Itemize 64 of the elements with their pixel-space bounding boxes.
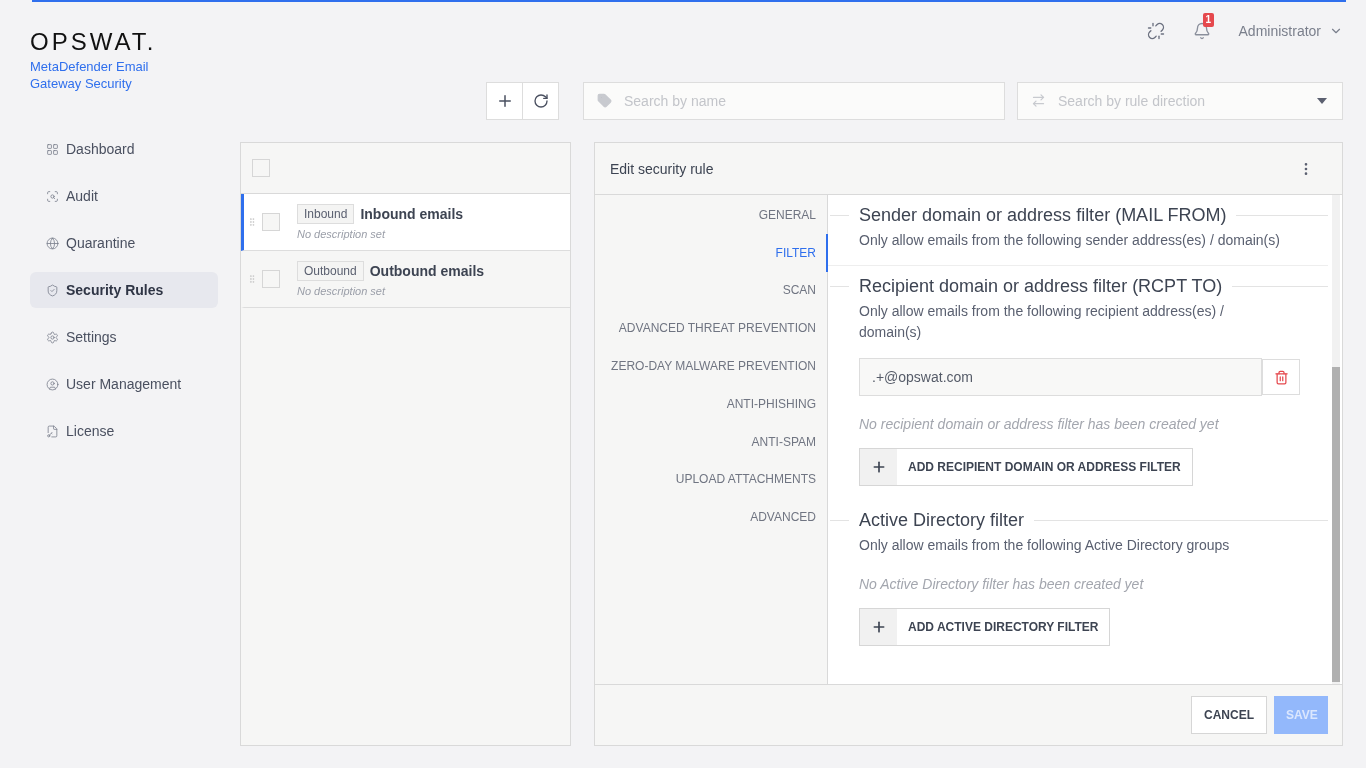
globe-icon [46,236,59,250]
grid-icon [46,142,59,156]
rule-name: Inbound emails [360,206,464,222]
user-icon [46,377,59,391]
shield-icon [46,283,59,297]
sidebar-item[interactable]: Dashboard [30,131,218,167]
empty-message: No Active Directory filter has been created yet [859,576,1145,592]
bell-icon[interactable] [1192,22,1211,40]
section-tab[interactable]: ZERO-DAY MALWARE PREVENTION [595,347,828,385]
search-field[interactable]: Search by name [583,82,1005,120]
empty-message: No recipient domain or address filter has been created yet [859,416,1220,432]
section-title: Sender domain or address filter (MAIL FROM) [859,205,1227,226]
rule-description: No description set [297,228,387,240]
section-tab[interactable]: GENERAL [595,196,828,234]
drag-handle-icon[interactable] [247,217,257,227]
rule-name: Outbound emails [369,263,485,279]
file-icon [46,424,59,438]
direction-tag: Outbound [297,261,364,281]
section-description: Only allow emails from the following recipient address(es) / domain(s) [859,302,1225,342]
section-description: Only allow emails from the following Active Directory groups [859,536,1231,555]
cancel-button[interactable]: CANCEL [1191,696,1267,734]
section-tab[interactable]: ADVANCED [595,498,828,537]
section-description: Only allow emails from the following sender address(es) / domain(s) [859,231,1281,250]
product-name: MetaDefender Email Gateway Security [30,58,150,92]
row-checkbox[interactable] [262,270,280,288]
rule-row[interactable]: Inbound Inbound emails No description set [241,194,570,251]
logo: OPSWAT. [30,30,158,54]
unlink-icon[interactable] [1146,22,1165,40]
section-tab[interactable]: ADVANCED THREAT PREVENTION [595,309,828,348]
row-checkbox[interactable] [262,213,280,231]
sidebar-item[interactable]: Settings [30,319,218,355]
drag-handle-icon[interactable] [247,274,257,284]
direction-dropdown[interactable]: Search by rule direction [1017,82,1343,120]
user-menu[interactable]: Administrator [1238,23,1343,39]
section-tab[interactable]: UPLOAD ATTACHMENTS [595,460,828,499]
direction-tag: Inbound [297,204,355,224]
select-all-checkbox[interactable] [252,159,270,177]
tag-icon [597,93,612,108]
scan-icon [46,189,59,203]
section-tab[interactable]: SCAN [595,271,828,310]
section-tab[interactable]: ANTI-PHISHING [595,385,828,423]
refresh-icon [532,93,549,109]
sidebar-item[interactable]: Audit [30,178,218,214]
notification-count: 1 [1202,13,1215,27]
filter-field[interactable]: .+@opswat.com [859,358,1262,396]
sidebar-item[interactable]: License [30,413,218,449]
add-button[interactable] [486,82,523,120]
rule-description: No description set [297,285,387,297]
sidebar-item[interactable]: Security Rules [30,272,218,308]
refresh-button[interactable] [522,82,559,120]
scrollbar[interactable] [1332,195,1340,684]
delete-button[interactable] [1262,359,1300,395]
panel-title: Edit security rule [610,160,714,177]
settings-icon [46,330,59,344]
section-title: Recipient domain or address filter (RCPT TO) [859,276,1223,297]
section-title: Active Directory filter [859,510,1025,531]
trash-icon [1273,369,1289,385]
sidebar-item[interactable]: User Management [30,366,218,402]
add-filter-button[interactable]: ADD ACTIVE DIRECTORY FILTER [859,608,1111,646]
swap-arrows-icon [1031,93,1046,108]
sidebar-item[interactable]: Quarantine [30,225,218,261]
add-filter-button[interactable]: ADD RECIPIENT DOMAIN OR ADDRESS FILTER [859,448,1193,486]
caret-icon [1317,98,1327,104]
section-tab[interactable]: ANTI-SPAM [595,422,828,461]
